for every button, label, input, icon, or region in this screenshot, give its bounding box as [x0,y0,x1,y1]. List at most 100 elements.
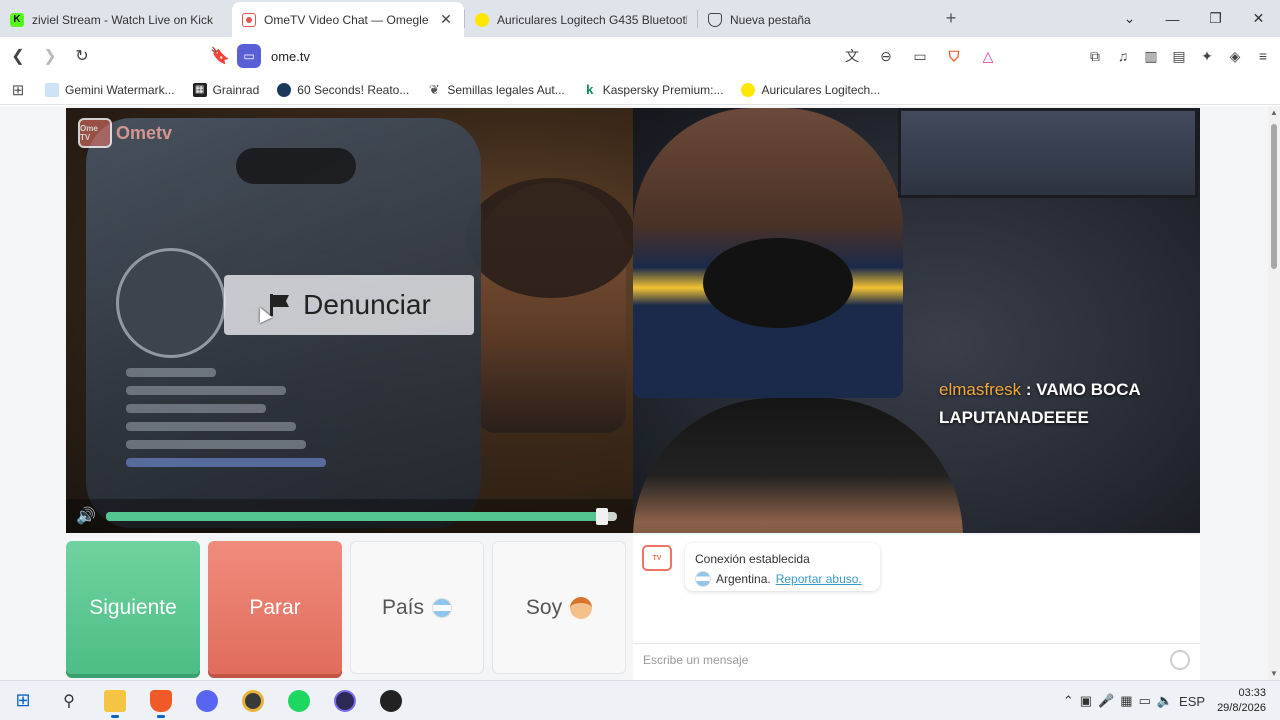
site-info-icon[interactable]: ▭ [237,44,261,68]
country-button[interactable]: País [350,541,484,674]
close-window-icon[interactable]: ✕ [1237,10,1280,27]
volume-handle[interactable] [595,508,608,525]
restore-icon[interactable]: ❐ [1194,10,1237,27]
emoji-icon[interactable] [1170,649,1190,670]
language-indicator[interactable]: ESP [1179,694,1205,709]
system-tray: ⌃ ▣ 🎤 ▦ ▭ 🔈 ESP 03:33 29/8/2026 [1063,681,1280,720]
forward-icon[interactable]: ❯ [36,42,64,70]
mercadolibre-icon [741,82,756,97]
search-icon: ⚲ [63,692,75,710]
reload-icon[interactable]: ↻ [68,42,96,70]
microphone-icon[interactable]: 🎤 [1098,693,1114,709]
page-content: Ome TV Ometv Denunciar 🔊 elmasfresk : VA… [0,106,1268,680]
tab-search-icon[interactable]: ⌄ [1108,10,1151,27]
self-video: elmasfresk : VAMO BOCA LAPUTANADEEEE [633,108,1200,533]
scroll-up-icon[interactable]: ▲ [1268,108,1280,117]
tray-app-icon[interactable]: ▣ [1080,693,1092,709]
close-tab-icon[interactable]: ✕ [438,11,454,28]
next-button[interactable]: Siguiente [66,541,200,674]
bookmark-label: Grainrad [212,82,260,97]
bookmark-label: Semillas legales Aut... [447,82,565,97]
address-bar[interactable]: ▭ ome.tv 文 ⊖ ▭ ⛉ △ [226,41,1006,71]
person-silhouette [633,398,963,533]
phone-notch [236,148,356,184]
menu-icon[interactable]: ≡ [1252,42,1274,70]
report-label: Denunciar [303,289,431,320]
tray-app-icon[interactable]: ▦ [1120,693,1132,709]
bookmark-item[interactable]: Gemini Watermark... [36,82,184,97]
text-line [126,386,286,395]
folder-icon [104,689,126,712]
volume-slider[interactable] [106,508,617,525]
caption-user: elmasfresk [939,380,1022,399]
tab-new[interactable]: Nueva pestaña [698,2,930,37]
wallet-icon[interactable]: ▤ [1168,42,1190,70]
extensions-icon[interactable]: ⧉ [1084,42,1106,70]
back-icon[interactable]: ❮ [4,42,32,70]
minimize-icon[interactable]: — [1151,11,1194,27]
report-abuse-link[interactable]: Reportar abuso. [776,569,862,589]
gender-button[interactable]: Soy [492,541,626,674]
page-scrollbar[interactable]: ▲ ▼ [1268,106,1280,680]
start-button[interactable]: ⊞ [0,681,46,720]
bookmark-item[interactable]: 60 Seconds! Reato... [268,82,418,97]
new-tab-button[interactable]: + [936,4,966,34]
media-icon[interactable]: ♫ [1112,42,1134,70]
volume-icon[interactable]: 🔊 [66,506,106,526]
speaker-icon[interactable]: 🔈 [1157,693,1173,709]
tab-logitech[interactable]: Auriculares Logitech G435 Bluetooth [465,2,697,37]
taskbar-app[interactable] [230,681,276,720]
url-text[interactable]: ome.tv [271,49,310,64]
taskbar-recorder[interactable] [368,681,414,720]
message-input[interactable] [643,652,1170,667]
hair-shape [703,238,853,328]
chat-panel: TV Conexión establecida Argentina. Repor… [633,535,1200,680]
text-line [126,404,266,413]
leo-ai-icon[interactable]: ✦ [1196,42,1218,70]
text-line [126,458,326,467]
running-indicator [111,714,119,718]
tab-label: Auriculares Logitech G435 Bluetooth [497,12,687,27]
kaspersky-icon: k [586,82,594,97]
translate-icon[interactable]: 文 [840,46,864,66]
tab-kick[interactable]: K ziviel Stream - Watch Live on Kick [0,2,232,37]
cast-icon[interactable]: ▭ [908,48,932,65]
bookmark-label: Kaspersky Premium:... [602,82,724,97]
tray-expand-icon[interactable]: ⌃ [1063,693,1074,709]
vpn-icon[interactable]: ◈ [1224,42,1246,70]
volume-control[interactable]: 🔊 [66,499,633,533]
country-name: Argentina. [716,572,771,586]
sidebar-icon[interactable]: ▥ [1140,42,1162,70]
taskbar-obs[interactable] [322,681,368,720]
bookmark-item[interactable]: Auriculares Logitech... [732,82,889,97]
live-chat-caption: elmasfresk : VAMO BOCA LAPUTANADEEEE [939,376,1179,432]
bookmark-item[interactable]: ▦ Grainrad [184,82,269,97]
report-button[interactable]: Denunciar [224,275,474,335]
brave-icon [150,689,172,712]
address-toolbar: ❮ ❯ ↻ 🔖 ▭ ome.tv 文 ⊖ ▭ ⛉ △ ⧉ ♫ ▥ ▤ ✦ ◈ ≡ [0,37,1280,75]
apps-grid-icon[interactable]: ⊞ [0,81,36,99]
taskbar-spotify[interactable] [276,681,322,720]
volume-fill [106,512,602,521]
partner-video[interactable]: Ome TV Ometv Denunciar 🔊 [66,108,633,533]
taskbar-explorer[interactable] [92,681,138,720]
text-line [126,422,296,431]
clock[interactable]: 03:33 29/8/2026 [1217,686,1266,716]
scroll-down-icon[interactable]: ▼ [1268,669,1280,678]
bookmark-item[interactable]: ❦ Semillas legales Aut... [418,81,573,97]
leaf-icon: ❦ [428,81,440,97]
stop-button[interactable]: Parar [208,541,342,674]
taskbar-brave[interactable] [138,681,184,720]
gender-label: Soy [525,595,563,619]
taskbar-discord[interactable] [184,681,230,720]
tab-label: Nueva pestaña [730,12,811,27]
bookmark-item[interactable]: k Kaspersky Premium:... [574,82,733,97]
background-window [898,108,1198,198]
network-icon[interactable]: ▭ [1139,693,1151,709]
brave-rewards-icon[interactable]: △ [976,48,1000,65]
brave-shields-icon[interactable]: ⛉ [942,48,966,65]
tab-ometv[interactable]: OmeTV Video Chat — Omegle ✕ [232,2,464,37]
zoom-out-icon[interactable]: ⊖ [874,48,898,65]
scroll-thumb[interactable] [1271,124,1277,269]
search-button[interactable]: ⚲ [46,681,92,720]
